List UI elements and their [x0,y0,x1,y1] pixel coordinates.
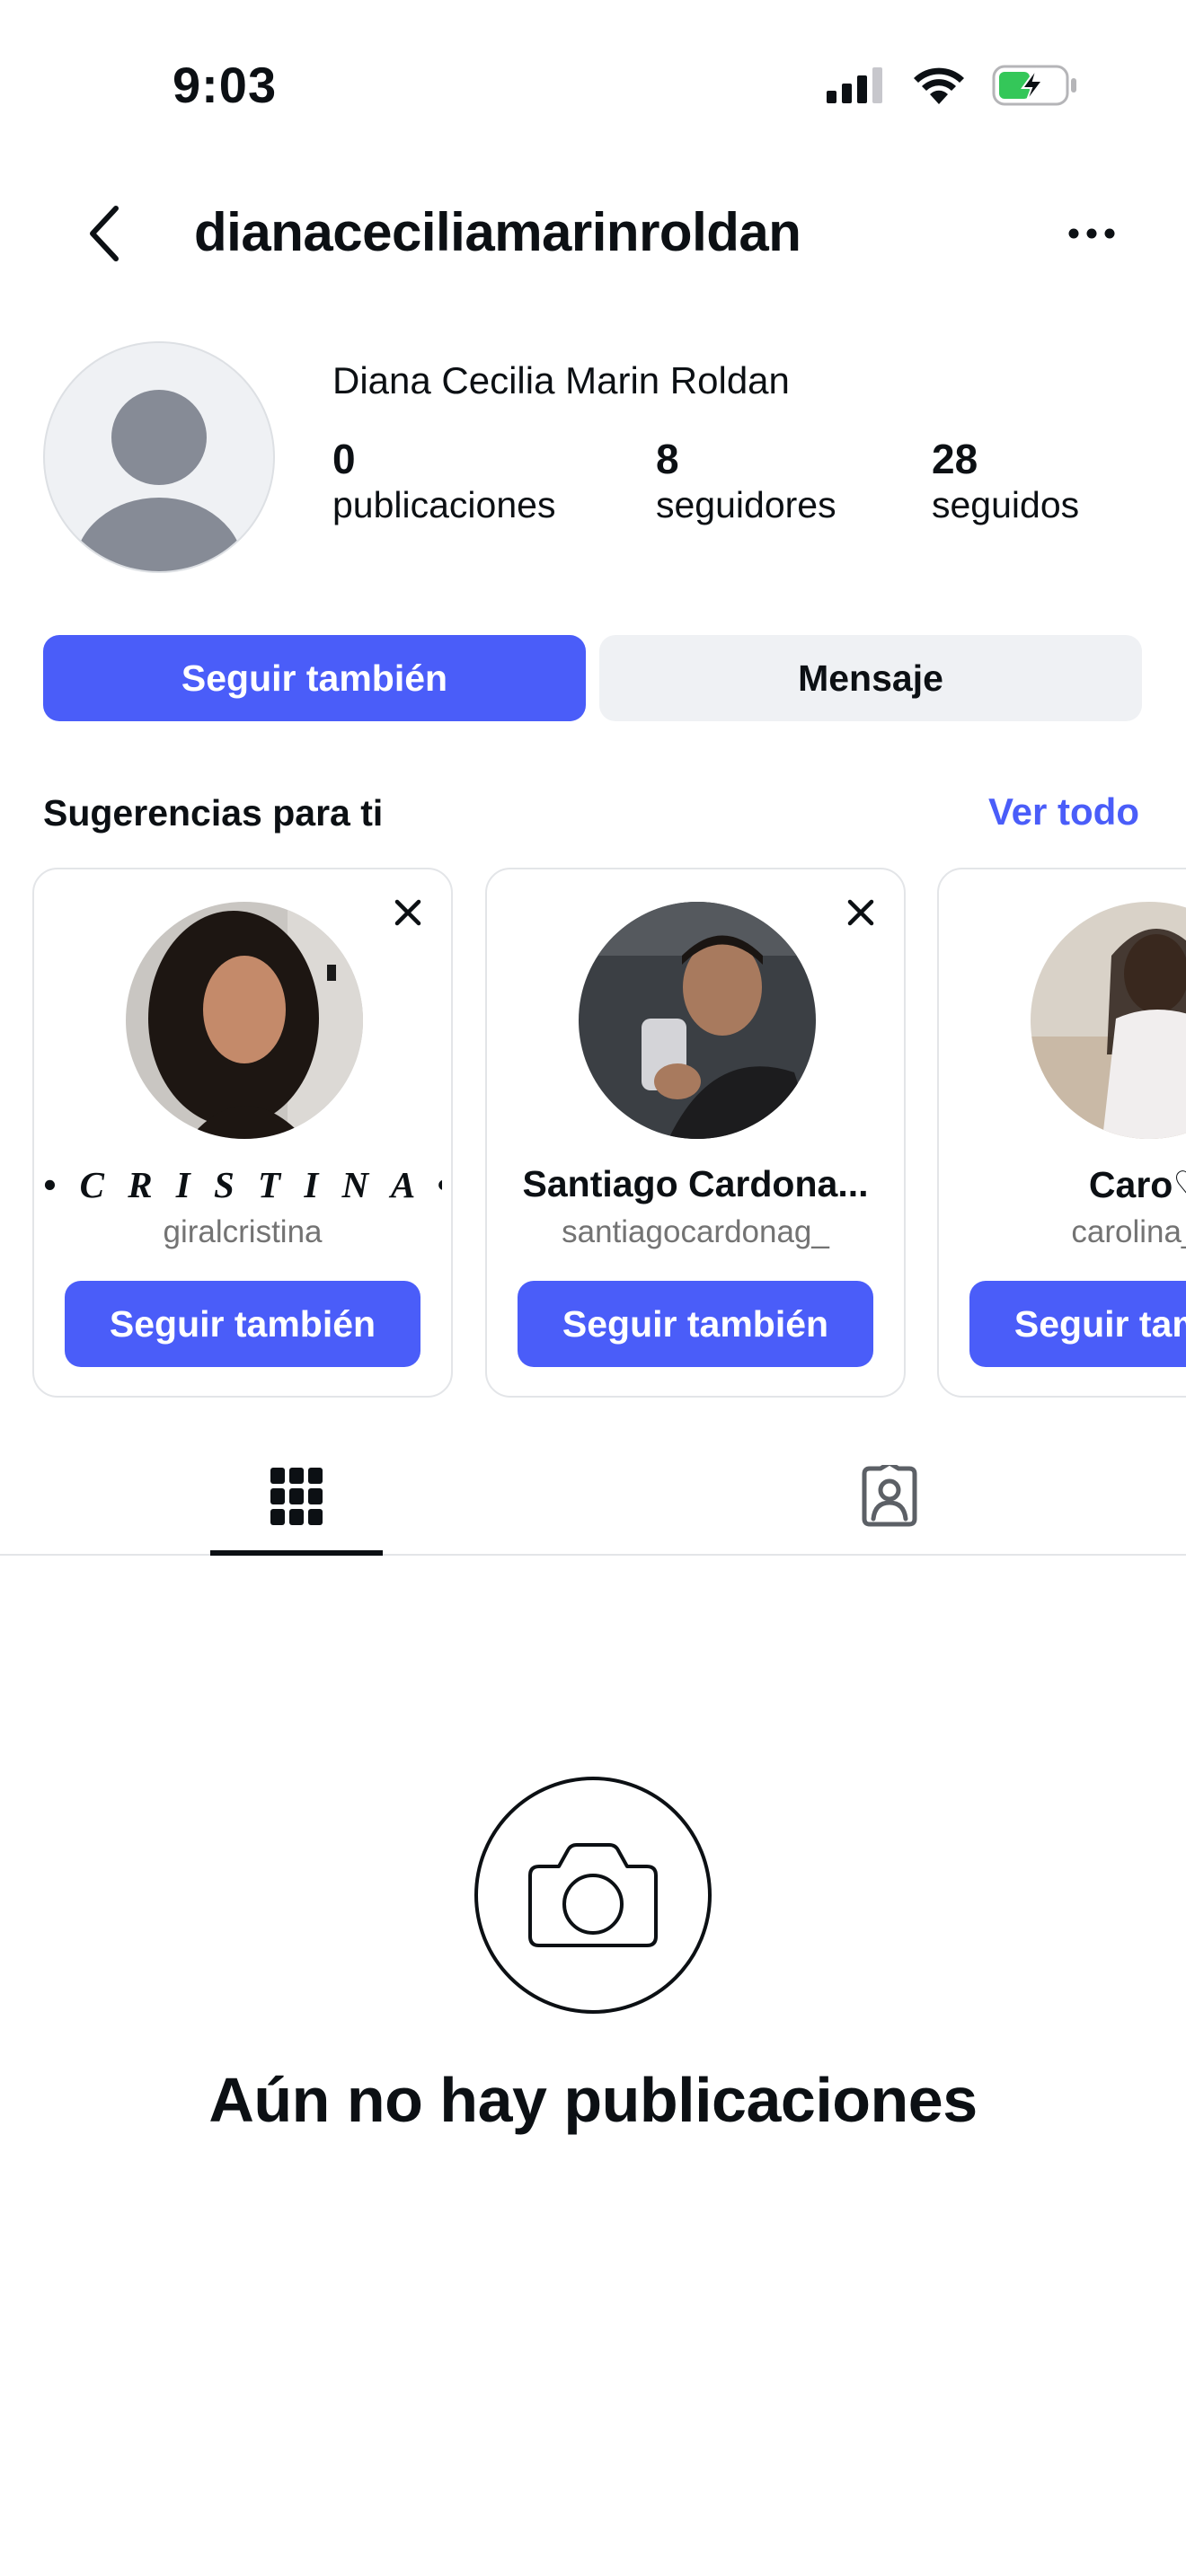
close-icon [847,899,874,926]
suggestion-follow-button[interactable]: Seguir también [969,1281,1186,1367]
chevron-left-icon [90,206,119,261]
follow-back-button[interactable]: Seguir también [43,635,586,721]
suggestions-carousel[interactable]: • C R I S T I N A • giralcristina Seguir… [0,868,1186,1399]
suggestion-avatar[interactable] [579,902,816,1139]
dismiss-suggestion-button[interactable] [386,891,429,934]
suggestion-handle: santiagocardonag_ [562,1214,829,1249]
battery-charging-icon [992,65,1078,110]
back-button[interactable] [72,202,135,265]
suggestion-avatar[interactable] [126,902,363,1139]
status-bar: 9:03 [0,0,1186,171]
suggestion-handle: giralcristina [163,1214,323,1249]
stat-following[interactable]: 28 seguidos [932,436,1079,527]
stat-following-value: 28 [932,436,978,482]
suggestion-name: Caro♡ [1088,1164,1186,1205]
active-tab-indicator [210,1550,383,1556]
suggestion-follow-button[interactable]: Seguir también [65,1281,420,1367]
profile-header: dianaceciliamarinroldan [0,180,1186,287]
suggestion-card[interactable]: Santiago Cardona... santiagocardonag_ Se… [485,868,906,1398]
stat-following-label: seguidos [932,483,1080,525]
stat-followers-value: 8 [656,436,679,482]
user-photo-icon [1031,902,1186,1139]
close-icon [394,899,421,926]
suggestion-handle: carolina_jo [1071,1214,1186,1249]
profile-avatar[interactable] [43,341,275,573]
suggestion-name: • C R I S T I N A • [43,1164,442,1205]
suggestion-name: Santiago Cardona... [522,1163,869,1204]
profile-username: dianaceciliamarinroldan [194,202,801,262]
tab-posts-grid[interactable] [210,1437,383,1556]
tab-tagged[interactable] [803,1437,976,1556]
more-options-button[interactable] [1051,202,1132,265]
user-photo-icon [579,902,816,1139]
default-avatar-icon [75,390,243,571]
empty-state-camera [474,1777,712,2014]
stat-posts-label: publicaciones [332,483,556,525]
stat-followers-label: seguidores [656,483,836,525]
grid-icon [270,1468,323,1525]
profile-full-name: Diana Cecilia Marin Roldan [332,359,790,401]
suggestion-card[interactable]: • C R I S T I N A • giralcristina Seguir… [32,868,453,1398]
camera-icon [528,1843,658,1947]
message-button[interactable]: Mensaje [599,635,1142,721]
more-horizontal-icon [1068,228,1115,239]
tagged-icon [862,1465,917,1527]
suggestion-avatar[interactable] [1031,902,1186,1139]
status-time: 9:03 [173,57,278,113]
suggestion-follow-button[interactable]: Seguir también [518,1281,873,1367]
empty-state-text: Aún no hay publicaciones [208,2065,978,2135]
stat-posts-value: 0 [332,436,356,482]
stat-posts[interactable]: 0 publicaciones [332,436,555,527]
dismiss-suggestion-button[interactable] [839,891,882,934]
see-all-link[interactable]: Ver todo [988,790,1139,834]
suggestions-title: Sugerencias para ti [43,792,384,834]
profile-tabs [0,1437,1186,1556]
cellular-signal-icon [827,67,886,108]
status-icons [827,65,1078,110]
user-photo-icon [126,902,363,1139]
suggestion-card[interactable]: Caro♡ carolina_jo Seguir también [937,868,1186,1398]
wifi-icon [913,66,965,109]
stat-followers[interactable]: 8 seguidores [656,436,836,527]
